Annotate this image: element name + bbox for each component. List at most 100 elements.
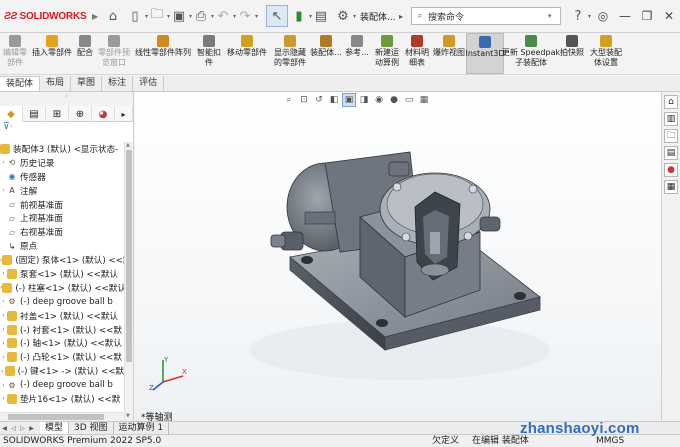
tree-item[interactable]: ▱ 右视基准面 xyxy=(0,225,124,239)
cmd-assembly-features-button[interactable]: 装配体... xyxy=(310,33,342,74)
tab-next-icon[interactable]: ▷ xyxy=(18,425,27,432)
command-tab[interactable]: 草图 xyxy=(71,76,103,91)
tree-hscroll-thumb[interactable] xyxy=(8,414,104,420)
home-icon[interactable]: ⌂ xyxy=(102,5,124,27)
tree-filter-icon[interactable]: ⊽· xyxy=(0,122,133,137)
title-expand-icon[interactable]: ▸ xyxy=(395,5,407,27)
tree-item[interactable]: › 垫片16<1> (默认) <<默 xyxy=(0,392,124,406)
command-tab[interactable]: 评估 xyxy=(133,76,165,91)
pane-more-icon[interactable]: ▸ xyxy=(115,106,133,122)
tree-item[interactable]: › (固定) 泵体<1> (默认) <<默 xyxy=(0,253,124,267)
expand-chevron-icon[interactable]: › xyxy=(0,382,7,389)
tree-item[interactable]: ▱ 上视基准面 xyxy=(0,211,124,225)
bottom-tab[interactable]: 3D 视图 xyxy=(69,422,114,434)
expand-chevron-icon[interactable]: › xyxy=(0,395,7,402)
cmd-reference-geometry-button[interactable]: 参考... xyxy=(342,33,372,74)
new-document-icon[interactable]: ▯ ▾ xyxy=(124,5,148,27)
options-gear-icon[interactable]: ⚙ ▾ xyxy=(332,5,356,27)
print-icon[interactable]: ⎙ ▾ xyxy=(190,5,214,27)
tree-item[interactable]: › ⚙ (-) deep groove ball b xyxy=(0,295,124,309)
tree-item[interactable]: › 泵套<1> (默认) <<默认 xyxy=(0,267,124,281)
file-explorer-icon[interactable]: 🗀 xyxy=(664,129,678,143)
scroll-up-icon[interactable]: ▲ xyxy=(126,142,130,148)
tree-item[interactable]: › (-) 衬套<1> (默认) <<默 xyxy=(0,323,124,337)
expand-chevron-icon[interactable]: › xyxy=(0,354,7,361)
file-properties-icon[interactable]: ▤ xyxy=(310,5,332,27)
tab-last-icon[interactable]: ▶ xyxy=(27,425,36,432)
tree-item[interactable]: ◉ 传感器 xyxy=(0,170,124,184)
cmd-show-hidden-button[interactable]: 显示隐藏 的零部件 xyxy=(270,33,310,74)
open-document-icon[interactable]: 🗀 ▾ xyxy=(146,5,170,27)
display-manager-tab-icon[interactable]: ◕ xyxy=(92,106,115,122)
cmd-mate-button[interactable]: 配合 xyxy=(74,33,96,74)
expand-chevron-icon[interactable]: › xyxy=(0,312,7,319)
expand-chevron-icon[interactable]: › xyxy=(0,187,7,194)
scroll-down-icon[interactable]: ▼ xyxy=(126,413,130,419)
cmd-component-preview-button[interactable]: 零部件预 览窗口 xyxy=(96,33,132,74)
tree-horizontal-scrollbar[interactable] xyxy=(0,412,124,421)
search-dropdown-icon[interactable]: ▾ xyxy=(548,12,560,20)
cmd-snapshot-button[interactable]: 拍快照 xyxy=(558,33,586,74)
select-pointer-icon[interactable]: ↖ xyxy=(266,5,288,27)
tree-item[interactable]: › ⚙ (-) deep groove ball b xyxy=(0,378,124,392)
command-tab[interactable]: 装配体 xyxy=(0,76,41,91)
cmd-edit-component-button[interactable]: 编辑零 部件 xyxy=(0,33,30,74)
tree-item[interactable]: › (-) 键<1> -> (默认) <<默 xyxy=(0,364,124,378)
expand-chevron-icon[interactable]: › xyxy=(0,270,7,277)
bottom-tab[interactable]: 模型 xyxy=(40,422,70,434)
cmd-exploded-view-button[interactable]: 爆炸视图 xyxy=(432,33,466,74)
solidworks-resources-icon[interactable]: ⌂ xyxy=(664,95,678,109)
feature-manager-tab-icon[interactable]: ◆ xyxy=(0,106,23,122)
dimxpert-tab-icon[interactable]: ⊕ xyxy=(69,106,92,122)
tab-prev-icon[interactable]: ◁ xyxy=(9,425,18,432)
tree-scroll-thumb[interactable] xyxy=(126,150,132,362)
command-tab[interactable]: 标注 xyxy=(102,76,134,91)
tree-item[interactable]: › ⟲ 历史记录 xyxy=(0,156,124,170)
pane-collapse-handle[interactable]: ◦ xyxy=(0,92,133,106)
cmd-large-assembly-button[interactable]: 大型装配 体设置 xyxy=(586,33,626,74)
view-palette-icon[interactable]: ▤ xyxy=(664,146,678,160)
tree-item[interactable]: › (-) 轴<1> (默认) <<默认 xyxy=(0,336,124,350)
tree-item[interactable]: › 衬盖<1> (默认) <<默认 xyxy=(0,309,124,323)
tree-vertical-scrollbar[interactable]: ▲ ▼ xyxy=(124,142,133,421)
expand-chevron-icon[interactable]: › xyxy=(0,326,7,333)
property-manager-tab-icon[interactable]: ▤ xyxy=(23,106,46,122)
expand-chevron-icon[interactable]: › xyxy=(0,340,7,347)
tab-first-icon[interactable]: ◀ xyxy=(0,425,9,432)
help-icon[interactable]: ? ▾ xyxy=(567,5,591,27)
cmd-instant3d-button[interactable]: Instant3D xyxy=(465,33,505,74)
cmd-new-motion-study-button[interactable]: 新建运 动算例 xyxy=(372,33,402,74)
cmd-linear-pattern-button[interactable]: 线性零部件阵列 xyxy=(132,33,194,74)
cmd-move-component-button[interactable]: 移动零部件 xyxy=(224,33,270,74)
tree-item[interactable]: ▱ 前视基准面 xyxy=(0,198,124,212)
command-tab[interactable]: 布局 xyxy=(40,76,72,91)
close-button[interactable]: ✕ xyxy=(658,9,680,23)
expand-chevron-icon[interactable]: › xyxy=(0,298,7,305)
expand-chevron-icon[interactable]: › xyxy=(0,368,5,375)
bottom-tab[interactable]: 运动算例 1 xyxy=(114,422,170,434)
tree-item[interactable]: › A 注解 xyxy=(0,184,124,198)
assembly-model-render[interactable] xyxy=(135,92,661,421)
search-commands-field[interactable]: ⌕ 搜索命令 ▾ xyxy=(411,7,561,25)
account-icon[interactable]: ◎ xyxy=(592,9,614,23)
tree-item[interactable]: ↳ 原点 xyxy=(0,239,124,253)
restore-button[interactable]: ❐ xyxy=(636,9,658,23)
tree-item[interactable]: › (-) 凸轮<1> (默认) <<默 xyxy=(0,350,124,364)
expand-chevron-icon[interactable]: › xyxy=(0,159,7,166)
cmd-smart-fastener-button[interactable]: 智能扣 件 xyxy=(194,33,224,74)
minimize-button[interactable]: — xyxy=(614,9,636,23)
tree-item[interactable]: › (-) 柱塞<1> (默认) <<默认 xyxy=(0,281,124,295)
undo-icon[interactable]: ↶ ▾ xyxy=(212,5,236,27)
solidworks-logo[interactable]: ƧƧ SOLIDWORKS xyxy=(0,11,92,22)
custom-properties-icon[interactable]: ▦ xyxy=(664,180,678,194)
design-library-icon[interactable]: ▥ xyxy=(664,112,678,126)
rebuild-icon[interactable]: ▮ ▾ xyxy=(288,5,312,27)
cmd-bom-button[interactable]: 材料明 细表 xyxy=(402,33,432,74)
graphics-area[interactable]: ⌕ ⊡ ↺ ◧ ▣ ◨ ◉ ● ▭ ▦ Y X Z *等轴测 xyxy=(135,92,661,421)
configuration-manager-tab-icon[interactable]: ⊞ xyxy=(46,106,69,122)
cmd-insert-component-button[interactable]: 插入零部件 xyxy=(30,33,74,74)
appearances-icon[interactable]: ● xyxy=(664,163,678,177)
save-icon[interactable]: ▣ ▾ xyxy=(168,5,192,27)
redo-icon[interactable]: ↷ ▾ xyxy=(234,5,258,27)
cmd-speedpak-button[interactable]: 更新 Speedpak 子装配体 xyxy=(502,33,560,74)
